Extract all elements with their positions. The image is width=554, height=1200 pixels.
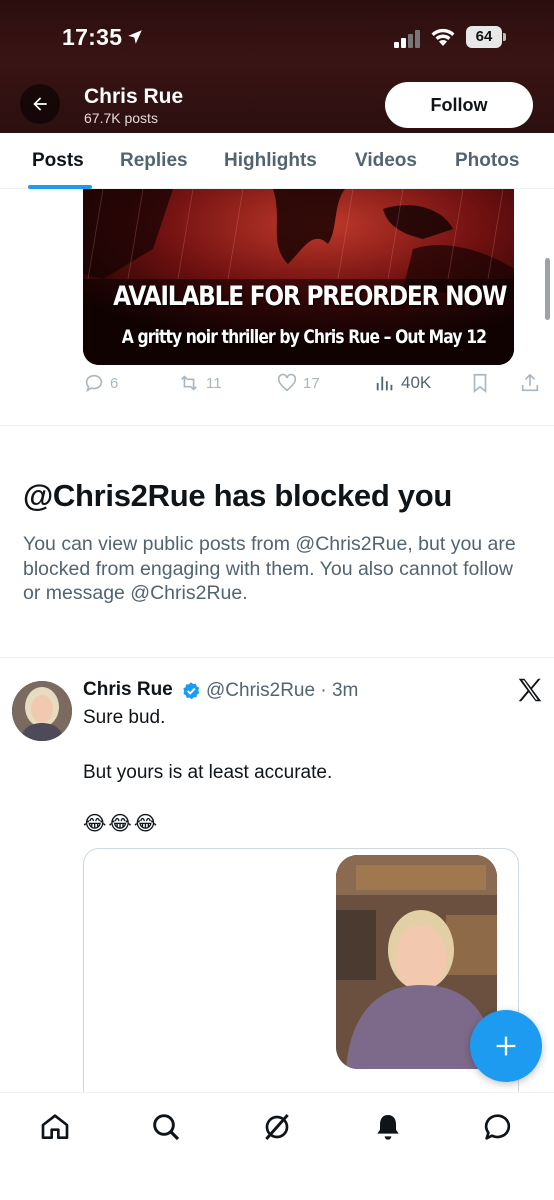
like-action[interactable]: 17 [276,372,320,394]
post-text-line: Sure bud. [83,707,166,728]
views-icon [376,376,393,391]
reply-action[interactable]: 6 [83,372,118,394]
bookmark-icon [473,373,487,394]
follow-button[interactable]: Follow [385,82,533,128]
tab-highlights[interactable]: Highlights [224,150,317,172]
status-time: 17:35 [62,24,123,50]
home-icon[interactable] [39,1111,71,1143]
avatar[interactable] [12,681,72,741]
heart-icon [277,373,297,392]
profile-name: Chris Rue [84,85,184,108]
search-icon[interactable] [150,1111,182,1143]
blocked-title: @Chris2Rue has blocked you [23,478,452,513]
wifi-icon [431,28,455,46]
post-action-bar: 6 11 17 40K [0,372,554,402]
messages-icon[interactable] [482,1111,514,1143]
compose-button[interactable] [470,1010,542,1082]
like-count: 17 [303,374,320,392]
tab-replies[interactable]: Replies [120,150,188,172]
tab-photos[interactable]: Photos [455,150,519,172]
tab-videos[interactable]: Videos [355,150,417,172]
media-card[interactable]: AVAILABLE FOR PREORDER NOW A gritty noir… [83,189,514,365]
location-arrow-icon [128,30,142,44]
reply-count: 6 [110,374,119,392]
profile-tabs: Posts Replies Highlights Videos Photos [0,133,554,189]
bottom-navigation [0,1092,554,1200]
notifications-icon[interactable] [372,1111,404,1143]
verified-badge-icon [183,682,200,700]
post-meta: @Chris2Rue · 3m [206,680,358,702]
cover-subline: A gritty noir thriller by Chris Rue – Ou… [121,326,487,348]
repost-icon [181,375,197,391]
meta-separator: · [315,680,332,701]
repost-count: 11 [206,374,222,392]
share-icon [521,373,539,392]
share-action[interactable] [519,372,541,394]
blocked-message: You can view public posts from @Chris2Ru… [23,533,516,604]
post-count: 67.7K posts [84,110,158,126]
back-button[interactable] [20,84,60,124]
repost-action[interactable]: 11 [177,372,222,394]
views-action[interactable]: 40K [374,372,431,394]
profile-header: 17:35 64 Chris Rue 67.7K posts Follow [0,0,554,133]
cellular-signal-icon [394,30,420,48]
back-arrow-icon [33,97,47,111]
cover-headline: AVAILABLE FOR PREORDER NOW [113,281,507,312]
battery-tip [503,33,506,41]
battery-level: 64 [466,26,502,48]
post-time: 3m [331,680,359,701]
reply-icon [85,374,103,393]
battery-indicator: 64 [466,26,506,48]
grok-icon[interactable] [261,1111,293,1143]
post-emoji: 😂😂😂 [83,811,160,835]
post-author-name[interactable]: Chris Rue [83,679,173,701]
divider [0,657,554,658]
scrollbar[interactable] [545,258,550,320]
avatar-photo [12,681,72,741]
x-logo-icon[interactable] [515,675,545,705]
views-count: 40K [401,373,432,392]
post-handle[interactable]: @Chris2Rue [206,680,315,701]
status-bar: 17:35 64 [0,22,554,54]
post-text-line: But yours is at least accurate. [83,762,333,783]
bookmark-action[interactable] [469,372,491,394]
plus-icon [496,1036,516,1056]
tab-posts[interactable]: Posts [32,150,84,172]
divider [0,425,554,426]
